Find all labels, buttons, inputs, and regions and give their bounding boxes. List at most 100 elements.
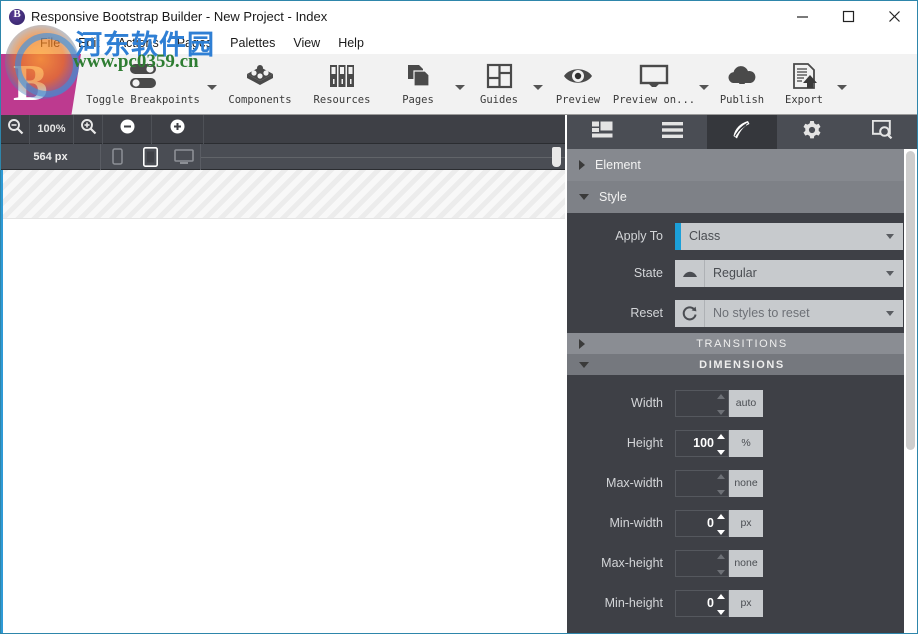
pages-dropdown[interactable]	[453, 54, 467, 115]
export-dropdown[interactable]	[835, 54, 849, 115]
guides-dropdown[interactable]	[531, 54, 545, 115]
close-button[interactable]	[871, 1, 917, 32]
group-transitions[interactable]: TRANSITIONS	[567, 333, 917, 354]
state-select[interactable]: Regular	[705, 260, 903, 287]
toggle-breakpoints-dropdown[interactable]	[205, 54, 219, 115]
reset-label: Reset	[567, 306, 675, 320]
toolbar-guides[interactable]: Guides	[467, 54, 531, 115]
section-style[interactable]: Style	[567, 181, 917, 213]
max-height-stepper[interactable]	[717, 554, 725, 575]
zoom-in-button[interactable]	[74, 115, 103, 144]
toolbar-publish[interactable]: Publish	[711, 54, 773, 115]
tab-layout[interactable]	[567, 115, 637, 149]
max-height-unit[interactable]: none	[729, 550, 763, 577]
toolbar-label-resources: Resources	[314, 94, 371, 106]
state-label: State	[567, 266, 675, 280]
design-canvas[interactable]	[1, 170, 565, 634]
min-width-input[interactable]: 0	[675, 510, 729, 537]
height-input[interactable]: 100	[675, 430, 729, 457]
device-phone-button[interactable]	[101, 144, 134, 170]
min-height-stepper[interactable]	[717, 594, 725, 615]
toolbar-label-publish: Publish	[720, 94, 764, 106]
state-regular-icon[interactable]	[675, 260, 705, 287]
max-width-label: Max-width	[567, 476, 675, 490]
dimension-row-width: Width auto	[567, 383, 917, 423]
breakpoint-remove-button[interactable]	[103, 115, 152, 144]
menu-view[interactable]: View	[284, 36, 329, 50]
width-input[interactable]	[675, 390, 729, 417]
section-element[interactable]: Element	[567, 149, 917, 181]
title-bar: Responsive Bootstrap Builder - New Proje…	[1, 1, 917, 32]
apply-to-control[interactable]: Class	[675, 223, 903, 250]
window-title: Responsive Bootstrap Builder - New Proje…	[31, 9, 327, 24]
apply-to-select[interactable]: Class	[681, 223, 903, 250]
minimize-button[interactable]	[779, 1, 825, 32]
inspector-scrollbar[interactable]	[904, 149, 917, 634]
reset-select[interactable]: No styles to reset	[705, 300, 903, 327]
minus-circle-icon	[119, 118, 136, 140]
toolbar-toggle-breakpoints[interactable]: Toggle Breakpoints	[81, 54, 205, 115]
apply-to-row: Apply To Class	[567, 213, 917, 253]
max-width-input[interactable]	[675, 470, 729, 497]
dimension-row-min-height: Min-height 0 px	[567, 583, 917, 623]
toolbar-export[interactable]: Export	[773, 54, 835, 115]
height-label: Height	[567, 436, 675, 450]
menu-palettes[interactable]: Palettes	[221, 36, 284, 50]
toolbar-resources[interactable]: Resources	[301, 54, 383, 115]
app-brand-logo: B	[1, 54, 81, 115]
tab-inspect[interactable]	[847, 115, 917, 149]
group-dimensions[interactable]: DIMENSIONS	[567, 354, 917, 375]
menu-pages[interactable]: Pages	[168, 36, 221, 50]
device-desktop-button[interactable]	[167, 144, 200, 170]
tab-style[interactable]	[707, 115, 777, 149]
chevron-down-icon	[579, 362, 589, 368]
gear-icon	[802, 120, 822, 145]
reset-circular-arrow-icon[interactable]	[675, 300, 705, 327]
max-height-input[interactable]	[675, 550, 729, 577]
zoom-out-button[interactable]	[1, 115, 30, 144]
chevron-right-icon	[579, 339, 585, 349]
breakpoint-slider-track[interactable]	[200, 144, 565, 170]
zoom-level-display[interactable]: 100%	[30, 115, 74, 144]
chevron-down-icon	[886, 311, 894, 316]
breakpoint-slider-handle[interactable]	[552, 147, 561, 167]
menu-help[interactable]: Help	[329, 36, 373, 50]
inspector-scrollbar-thumb[interactable]	[906, 151, 915, 450]
menu-file[interactable]: File	[31, 36, 69, 50]
state-control[interactable]: Regular	[675, 260, 903, 287]
reset-control[interactable]: No styles to reset	[675, 300, 903, 327]
min-height-unit[interactable]: px	[729, 590, 763, 617]
width-label: Width	[567, 396, 675, 410]
menu-actions[interactable]: Actions	[109, 36, 168, 50]
components-box-icon	[243, 59, 277, 93]
reset-row: Reset No styles to reset	[567, 293, 917, 333]
menu-edit[interactable]: Edit	[69, 36, 109, 50]
breakpoint-add-button[interactable]	[152, 115, 204, 144]
device-tablet-button[interactable]	[134, 144, 167, 170]
min-width-stepper[interactable]	[717, 514, 725, 535]
min-width-unit[interactable]: px	[729, 510, 763, 537]
apply-to-value: Class	[689, 229, 720, 243]
reset-value: No styles to reset	[713, 306, 810, 320]
preview-on-dropdown[interactable]	[697, 54, 711, 115]
width-unit[interactable]: auto	[729, 390, 763, 417]
toolbar-components[interactable]: Components	[219, 54, 301, 115]
min-width-label: Min-width	[567, 516, 675, 530]
min-height-input[interactable]: 0	[675, 590, 729, 617]
tab-structure[interactable]	[637, 115, 707, 149]
height-stepper[interactable]	[717, 434, 725, 455]
app-logo-icon	[9, 9, 25, 25]
width-stepper[interactable]	[717, 394, 725, 415]
toolbar-pages[interactable]: Pages	[383, 54, 453, 115]
maximize-button[interactable]	[825, 1, 871, 32]
max-width-unit[interactable]: none	[729, 470, 763, 497]
menu-bar: File Edit Actions Pages Palettes View He…	[1, 32, 917, 54]
toolbar-preview-on[interactable]: Preview on...	[611, 54, 697, 115]
zoom-in-magnifier-icon	[80, 118, 97, 140]
toolbar-preview[interactable]: Preview	[545, 54, 611, 115]
canvas-placeholder-hatch-area[interactable]	[3, 170, 565, 219]
preview-eye-icon	[561, 59, 595, 93]
max-width-stepper[interactable]	[717, 474, 725, 495]
tab-settings[interactable]	[777, 115, 847, 149]
height-unit[interactable]: %	[729, 430, 763, 457]
